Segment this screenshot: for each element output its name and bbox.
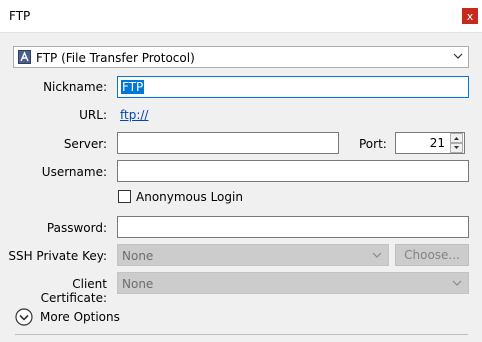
ssh-key-value: None	[122, 249, 154, 263]
chevron-up-icon	[454, 137, 459, 140]
close-icon: x	[466, 9, 474, 23]
username-field[interactable]	[117, 160, 469, 182]
ssh-key-label: SSH Private Key:	[8, 249, 107, 263]
title-bar: FTP x	[0, 0, 482, 33]
port-value: 21	[429, 136, 445, 150]
password-label: Password:	[46, 221, 107, 235]
server-label: Server:	[63, 137, 107, 151]
choose-key-button[interactable]: Choose...	[395, 244, 469, 266]
url-label: URL:	[79, 108, 107, 122]
protocol-select-value: FTP (File Transfer Protocol)	[36, 51, 195, 65]
url-link[interactable]: ftp://	[120, 108, 148, 122]
client-cert-select[interactable]: None	[117, 272, 469, 294]
window-title: FTP	[9, 9, 31, 23]
more-options-label[interactable]: More Options	[40, 310, 120, 324]
nickname-field[interactable]: FTP	[117, 76, 469, 98]
chevron-down-icon	[453, 53, 463, 59]
port-spinner[interactable]	[450, 133, 463, 153]
ssh-key-select[interactable]: None	[117, 244, 389, 266]
port-decrement-button[interactable]	[450, 143, 463, 153]
password-field[interactable]	[117, 216, 469, 238]
server-field[interactable]	[117, 132, 339, 154]
port-label: Port:	[359, 137, 387, 151]
close-button[interactable]: x	[462, 8, 478, 24]
nickname-value: FTP	[121, 80, 145, 94]
chevron-down-icon	[372, 252, 382, 258]
port-increment-button[interactable]	[450, 133, 463, 143]
protocol-select[interactable]: FTP (File Transfer Protocol)	[13, 46, 469, 68]
choose-key-label: Choose...	[404, 248, 460, 262]
username-label: Username:	[41, 165, 107, 179]
chevron-down-icon	[452, 280, 462, 286]
protocol-icon	[18, 50, 31, 64]
divider	[15, 334, 468, 335]
nickname-label: Nickname:	[43, 80, 107, 94]
client-cert-label: Client Certificate:	[40, 277, 107, 305]
port-field[interactable]: 21	[395, 132, 465, 154]
expand-icon[interactable]	[15, 308, 33, 326]
client-cert-value: None	[122, 277, 154, 291]
anonymous-login-label[interactable]: Anonymous Login	[136, 190, 243, 204]
chevron-down-small-icon	[454, 146, 459, 149]
anonymous-login-checkbox[interactable]	[118, 190, 131, 203]
